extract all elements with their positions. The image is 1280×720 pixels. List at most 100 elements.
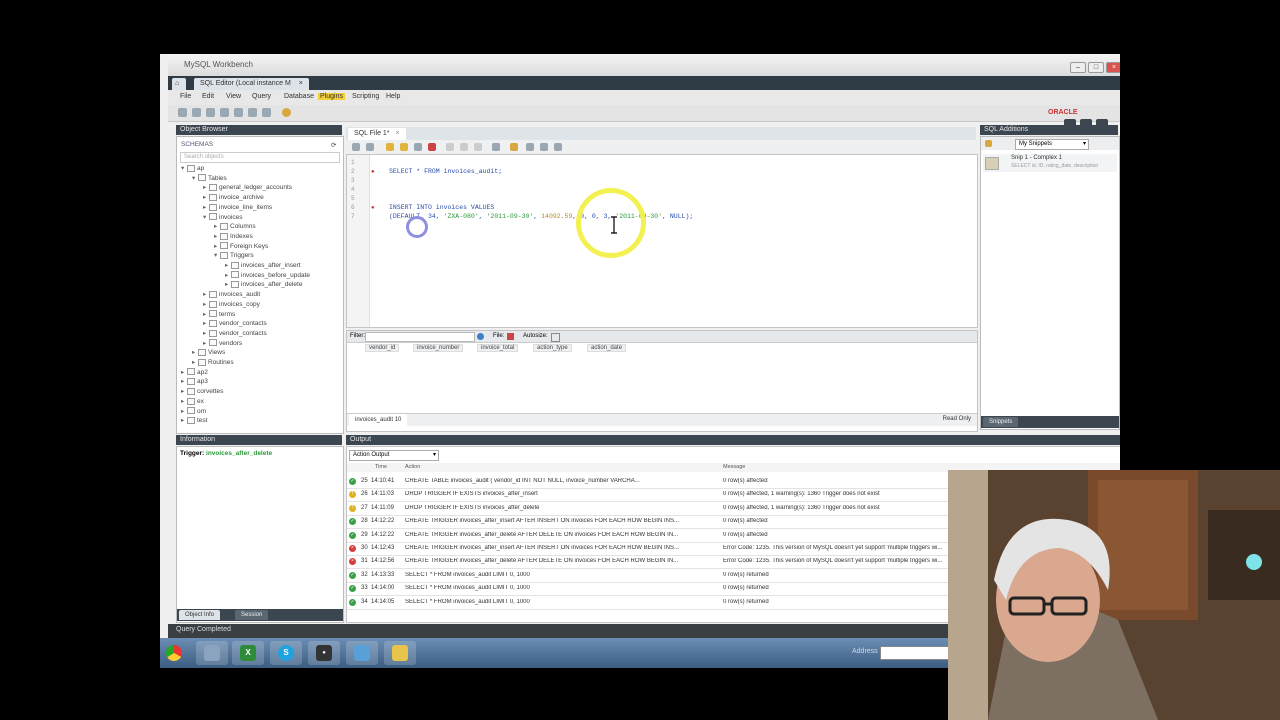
result-column-header[interactable]: invoice_total (477, 344, 519, 352)
snippet-insert-icon[interactable] (985, 140, 992, 147)
table-icon[interactable] (234, 108, 243, 117)
tree-item[interactable]: ▸ ap2 (181, 368, 208, 376)
tree-item[interactable]: ▸ invoice_line_items (203, 203, 272, 211)
menu-scripting[interactable]: Scripting (352, 93, 379, 100)
start-button[interactable] (160, 641, 190, 665)
tree-item[interactable]: ▸ invoice_archive (203, 193, 264, 201)
trigger-name: invoices_after_delete (206, 450, 273, 457)
autosize-label: Autosize: (523, 333, 548, 339)
wrap-icon[interactable] (540, 143, 548, 151)
taskbar-excel[interactable]: X (232, 641, 264, 665)
search-objects-input[interactable]: Search objects (180, 152, 340, 163)
tree-item-label: invoices (219, 213, 243, 221)
tab-sql-file[interactable]: SQL File 1* × (348, 128, 406, 140)
view-icon[interactable] (248, 108, 257, 117)
tree-item[interactable]: ▸ corvettes (181, 387, 223, 395)
menu-plugins[interactable]: Plugins (318, 93, 345, 100)
code-token: , (478, 213, 487, 220)
save-icon[interactable] (206, 108, 215, 117)
tree-item[interactable]: ▸ invoices_after_delete (225, 280, 302, 288)
result-column-header[interactable]: action_type (533, 344, 572, 352)
close-icon[interactable]: × (299, 80, 303, 87)
taskbar-explorer[interactable] (196, 641, 228, 665)
autocommit-icon[interactable] (474, 143, 482, 151)
home-tab[interactable]: ⌂ (172, 78, 186, 90)
minimize-button[interactable]: – (1070, 62, 1086, 73)
tree-item[interactable]: ▸ Columns (214, 222, 256, 230)
filter-apply-icon[interactable] (477, 333, 484, 340)
tree-item[interactable]: ▾ Triggers (214, 251, 254, 259)
tree-item[interactable]: ▸ vendors (203, 339, 242, 347)
tab-result[interactable]: invoices_audit 10 (349, 414, 408, 426)
reconnect-icon[interactable] (282, 108, 291, 117)
result-column-header[interactable]: vendor_id (365, 344, 400, 352)
tree-item[interactable]: ▸ om (181, 407, 206, 415)
tree-item[interactable]: ▸ Views (192, 348, 225, 356)
save-sql-icon[interactable] (366, 143, 374, 151)
new-query-icon[interactable] (178, 108, 187, 117)
tree-item[interactable]: ▸ Routines (192, 358, 234, 366)
tab-session[interactable]: Session (235, 610, 269, 620)
tree-item[interactable]: ▾ ap (181, 164, 204, 172)
tree-item[interactable]: ▸ test (181, 416, 207, 424)
result-column-header[interactable]: invoice_number (413, 344, 464, 352)
tab-object-info[interactable]: Object Info (179, 610, 221, 620)
export-icon[interactable] (507, 333, 514, 340)
tree-item[interactable]: ▸ vendor_contacts (203, 319, 267, 327)
tree-item[interactable]: ▸ ap3 (181, 377, 208, 385)
tree-item[interactable]: ▸ Foreign Keys (214, 242, 268, 250)
taskbar-sony[interactable]: ● (308, 641, 340, 665)
rollback-icon[interactable] (460, 143, 468, 151)
snippet-item[interactable]: Snip 1 - Complex 1 SELECT id, ID, rating… (983, 154, 1117, 172)
result-column-header[interactable]: action_date (587, 344, 627, 352)
tree-item[interactable]: ▸ invoices_audit (203, 290, 260, 298)
open-sql-icon[interactable] (352, 143, 360, 151)
tree-item[interactable]: ▸ ex (181, 397, 204, 405)
limit-icon[interactable] (492, 143, 500, 151)
tree-item[interactable]: ▾ invoices (203, 213, 242, 221)
schema-icon[interactable] (220, 108, 229, 117)
maximize-button[interactable]: □ (1088, 62, 1104, 73)
explain-icon[interactable] (414, 143, 422, 151)
menu-view[interactable]: View (226, 93, 241, 100)
autosize-icon[interactable] (551, 333, 560, 342)
taskbar-skype[interactable]: S (270, 641, 302, 665)
address-input[interactable] (880, 646, 952, 660)
tab-sql-editor[interactable]: SQL Editor (Local instance M × (194, 78, 309, 90)
tree-item[interactable]: ▾ Tables (192, 174, 227, 182)
tree-item[interactable]: ▸ Indexes (214, 232, 253, 240)
output-selector[interactable]: Action Output ▾ (349, 450, 439, 461)
tree-item[interactable]: ▸ invoices_after_insert (225, 261, 301, 269)
execute-current-icon[interactable] (400, 143, 408, 151)
taskbar-notes[interactable] (384, 641, 416, 665)
stop-icon[interactable] (428, 143, 436, 151)
menu-help[interactable]: Help (386, 93, 400, 100)
find-icon[interactable] (526, 143, 534, 151)
taskbar-screen[interactable] (346, 641, 378, 665)
tree-item[interactable]: ▸ invoices_before_update (225, 271, 310, 279)
close-window-button[interactable]: × (1106, 62, 1120, 73)
menu-query[interactable]: Query (252, 93, 271, 100)
menu-file[interactable]: File (180, 93, 191, 100)
menu-edit[interactable]: Edit (202, 93, 214, 100)
tree-item[interactable]: ▸ vendor_contacts (203, 329, 267, 337)
tree-item-label: ap3 (197, 378, 208, 386)
format-icon[interactable] (554, 143, 562, 151)
tree-item[interactable]: ▸ invoices_copy (203, 300, 260, 308)
filter-input[interactable] (365, 332, 475, 342)
refresh-icon[interactable]: ⟳ (331, 141, 336, 149)
snippets-dropdown[interactable]: My Snippets ▾ (1015, 139, 1089, 150)
success-icon: ✓ (349, 598, 356, 606)
execute-icon[interactable] (386, 143, 394, 151)
open-file-icon[interactable] (192, 108, 201, 117)
tree-item[interactable]: ▸ general_ledger_accounts (203, 183, 292, 191)
row-time: 14:12:22 (371, 531, 395, 538)
tab-snippets[interactable]: Snippets (983, 417, 1019, 427)
tree-item[interactable]: ▸ terms (203, 310, 235, 318)
beautify-icon[interactable] (510, 143, 518, 151)
routine-icon[interactable] (262, 108, 271, 117)
close-icon[interactable]: × (396, 130, 400, 137)
commit-icon[interactable] (446, 143, 454, 151)
sql-editor[interactable]: 1 2 3 4 5 6 7 ● ● SELECT * FROM invoices_audit… (346, 154, 978, 328)
menu-database[interactable]: Database (284, 93, 314, 100)
